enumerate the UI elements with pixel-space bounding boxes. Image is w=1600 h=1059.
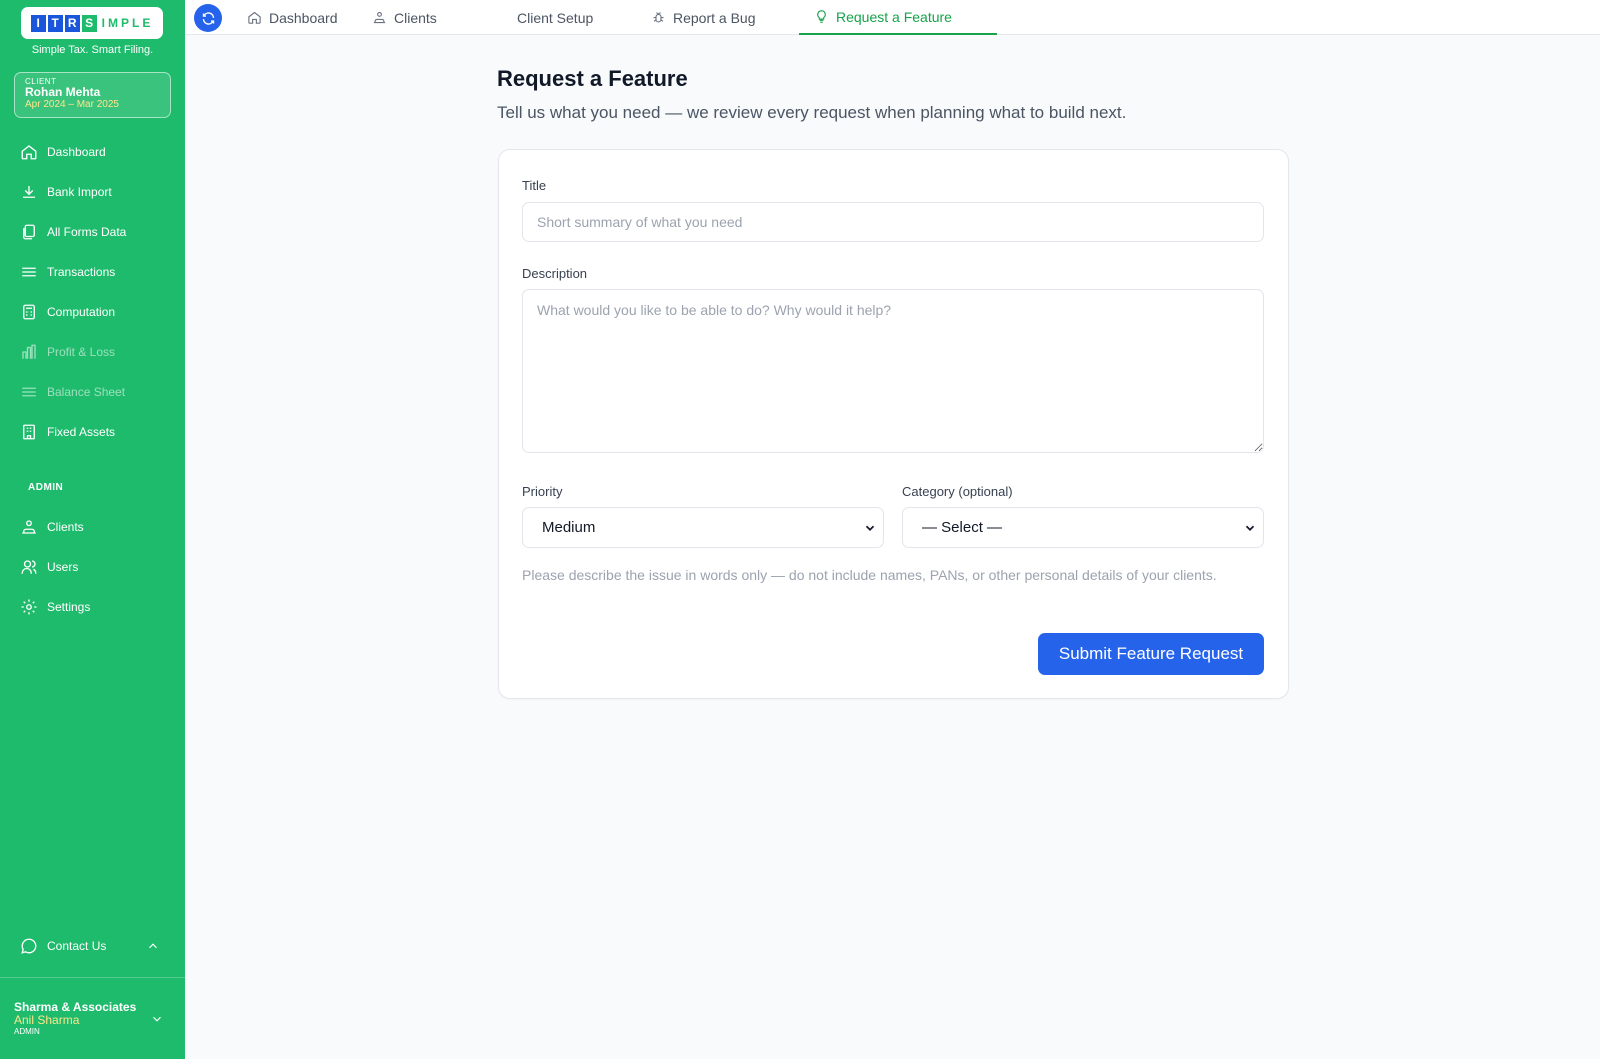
top-nav: Dashboard Clients Client Setup Report a … bbox=[185, 0, 1600, 35]
admin-section-label: ADMIN bbox=[28, 482, 64, 493]
client-period: Apr 2024 – Mar 2025 bbox=[25, 99, 119, 110]
building-icon bbox=[23, 424, 35, 440]
sidebar-item-label: Bank Import bbox=[47, 185, 112, 199]
tab-label: Dashboard bbox=[269, 9, 338, 26]
description-label: Description bbox=[522, 266, 588, 281]
tab-clients[interactable]: Clients bbox=[372, 0, 437, 35]
sidebar-item-balance-sheet[interactable]: Balance Sheet bbox=[20, 382, 125, 402]
submit-feature-request-button[interactable]: Submit Feature Request bbox=[1038, 633, 1264, 675]
sidebar-item-label: Clients bbox=[47, 520, 84, 534]
tab-dashboard[interactable]: Dashboard bbox=[247, 0, 338, 35]
sidebar-item-clients[interactable]: Clients bbox=[20, 517, 84, 537]
sidebar-divider bbox=[0, 977, 185, 978]
logo-letter: R bbox=[64, 14, 80, 32]
sidebar-item-dashboard[interactable]: Dashboard bbox=[20, 142, 106, 162]
description-textarea[interactable] bbox=[522, 289, 1264, 453]
page-subtitle: Tell us what you need — we review every … bbox=[497, 103, 1127, 122]
calculator-icon bbox=[23, 304, 35, 320]
chevron-up-icon bbox=[149, 943, 157, 949]
sidebar-item-settings[interactable]: Settings bbox=[20, 597, 90, 617]
category-selected-value: — Select — bbox=[922, 519, 1003, 536]
sidebar-item-label: Transactions bbox=[47, 265, 116, 279]
chat-icon bbox=[21, 938, 37, 954]
priority-selected-value: Medium bbox=[542, 519, 596, 536]
sidebar-item-fixed-assets[interactable]: Fixed Assets bbox=[20, 422, 115, 442]
home-icon bbox=[248, 11, 261, 24]
sidebar-item-users[interactable]: Users bbox=[20, 557, 78, 577]
tab-label: Client Setup bbox=[517, 9, 594, 26]
category-label: Category (optional) bbox=[902, 484, 1013, 499]
download-icon bbox=[23, 186, 35, 198]
sidebar-item-label: Balance Sheet bbox=[47, 385, 126, 399]
sidebar-item-label: Fixed Assets bbox=[47, 425, 116, 439]
sidebar-item-profit-loss[interactable]: Profit & Loss bbox=[20, 342, 115, 362]
logo-rest: IMPLE bbox=[101, 16, 154, 30]
home-icon bbox=[21, 145, 37, 160]
privacy-note: Please describe the issue in words only … bbox=[522, 567, 1217, 583]
chevron-down-icon bbox=[865, 525, 875, 531]
tab-report-bug[interactable]: Report a Bug bbox=[651, 0, 756, 35]
category-select[interactable]: — Select — bbox=[902, 507, 1264, 548]
user-role: ADMIN bbox=[14, 1027, 40, 1036]
client-selector[interactable]: CLIENT Rohan Mehta Apr 2024 – Mar 2025 bbox=[14, 72, 171, 118]
sidebar-item-label: Profit & Loss bbox=[47, 345, 116, 359]
page-title: Request a Feature bbox=[497, 66, 688, 91]
brand-tagline: Simple Tax. Smart Filing. bbox=[31, 44, 154, 56]
brand-logo[interactable]: I T R S IMPLE bbox=[21, 7, 163, 39]
tab-client-setup[interactable]: Client Setup bbox=[517, 0, 593, 35]
list-icon bbox=[22, 267, 36, 277]
refresh-icon bbox=[202, 11, 214, 25]
sidebar-item-bank-import[interactable]: Bank Import bbox=[20, 182, 112, 202]
priority-select[interactable]: Medium bbox=[522, 507, 884, 548]
sidebar-item-transactions[interactable]: Transactions bbox=[20, 262, 115, 282]
sidebar-item-computation[interactable]: Computation bbox=[20, 302, 115, 322]
documents-icon bbox=[23, 224, 35, 240]
refresh-button[interactable] bbox=[194, 4, 222, 32]
gear-icon bbox=[21, 599, 37, 615]
logo-letter: I bbox=[30, 14, 46, 32]
tab-label: Request a Feature bbox=[836, 8, 952, 25]
logo-letter: T bbox=[47, 14, 63, 32]
users-icon bbox=[21, 560, 37, 574]
tab-label: Clients bbox=[394, 9, 437, 26]
sidebar-item-label: All Forms Data bbox=[47, 225, 127, 239]
lightbulb-icon bbox=[817, 10, 826, 23]
title-input[interactable] bbox=[522, 202, 1264, 242]
sidebar-item-all-forms-data[interactable]: All Forms Data bbox=[20, 222, 126, 242]
sidebar: I T R S IMPLE Simple Tax. Smart Filing. … bbox=[0, 0, 185, 1059]
tab-request-feature[interactable]: Request a Feature bbox=[799, 0, 997, 35]
contact-us-label: Contact Us bbox=[47, 939, 107, 953]
users-tree-icon bbox=[22, 520, 36, 534]
chevron-down-icon bbox=[1245, 525, 1255, 531]
sidebar-item-label: Settings bbox=[47, 600, 91, 614]
chevron-down-icon bbox=[153, 1016, 161, 1022]
bar-chart-icon bbox=[22, 344, 36, 359]
client-name: Rohan Mehta bbox=[25, 85, 101, 99]
title-label: Title bbox=[522, 178, 547, 193]
list-icon bbox=[22, 387, 36, 397]
priority-label: Priority bbox=[522, 484, 563, 499]
tab-label: Report a Bug bbox=[673, 9, 756, 26]
logo-letter: S bbox=[81, 14, 97, 32]
account-menu[interactable]: Sharma & Associates Anil Sharma ADMIN bbox=[14, 1000, 174, 1037]
sidebar-item-label: Dashboard bbox=[47, 145, 106, 159]
users-tree-icon bbox=[373, 11, 386, 24]
feature-request-form: Title Description Priority Medium Catego… bbox=[498, 149, 1289, 699]
sidebar-item-label: Computation bbox=[47, 305, 116, 319]
contact-us-toggle[interactable]: Contact Us bbox=[20, 937, 160, 955]
bug-icon bbox=[653, 12, 664, 23]
sidebar-item-label: Users bbox=[47, 560, 79, 574]
